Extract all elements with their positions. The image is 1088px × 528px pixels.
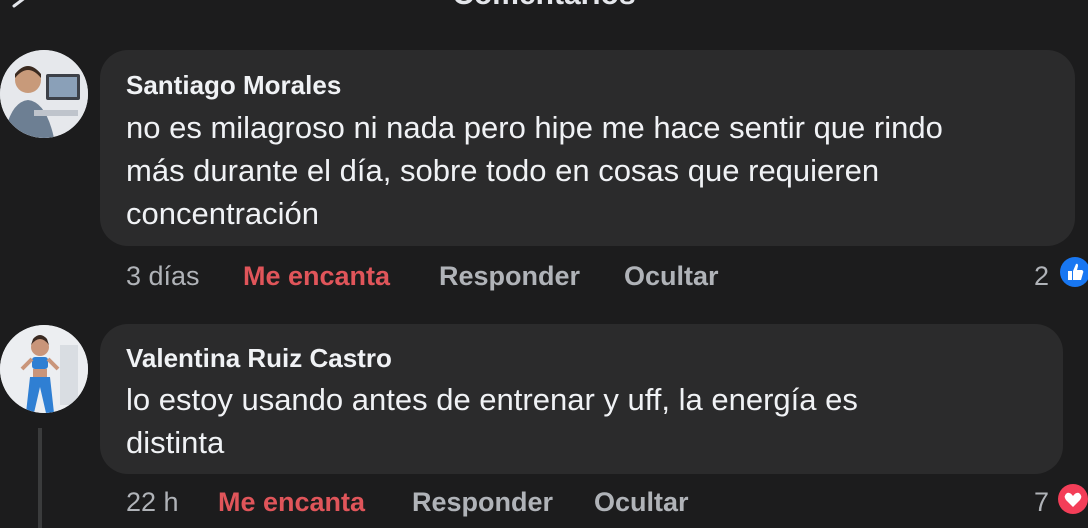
comment-bubble[interactable]: Santiago Morales no es milagroso ni nada… (100, 50, 1075, 246)
reply-button[interactable]: Responder (439, 261, 580, 292)
comment-text: no es milagroso ni nada pero hipe me hac… (126, 110, 943, 231)
comment-text: lo estoy usando antes de entrenar y uff,… (126, 382, 858, 460)
thread-line (38, 428, 42, 528)
heart-icon[interactable] (1058, 484, 1088, 514)
avatar[interactable] (0, 50, 88, 138)
comment-actions: 22 h Me encanta Responder Ocultar (126, 487, 826, 521)
hide-button[interactable]: Ocultar (624, 261, 719, 292)
love-button[interactable]: Me encanta (218, 487, 365, 518)
reply-button[interactable]: Responder (412, 487, 553, 518)
comment-author[interactable]: Valentina Ruiz Castro (126, 343, 392, 374)
avatar-photo-icon (0, 325, 88, 413)
avatar[interactable] (0, 325, 88, 413)
comment-author[interactable]: Santiago Morales (126, 70, 341, 101)
reaction-count[interactable]: 2 (1034, 261, 1049, 292)
reaction-count[interactable]: 7 (1034, 487, 1049, 518)
avatar-photo-icon (0, 50, 88, 138)
comment-bubble[interactable]: Valentina Ruiz Castro lo estoy usando an… (100, 324, 1063, 474)
comment-timestamp: 3 días (126, 261, 200, 291)
comment-actions: 3 días Me encanta Responder Ocultar (126, 261, 826, 295)
hide-button[interactable]: Ocultar (594, 487, 689, 518)
love-button[interactable]: Me encanta (243, 261, 390, 292)
top-bar: Comentarios (0, 0, 1088, 20)
like-icon[interactable] (1060, 257, 1088, 287)
page-title: Comentarios (0, 0, 1088, 12)
comment-timestamp: 22 h (126, 487, 179, 517)
